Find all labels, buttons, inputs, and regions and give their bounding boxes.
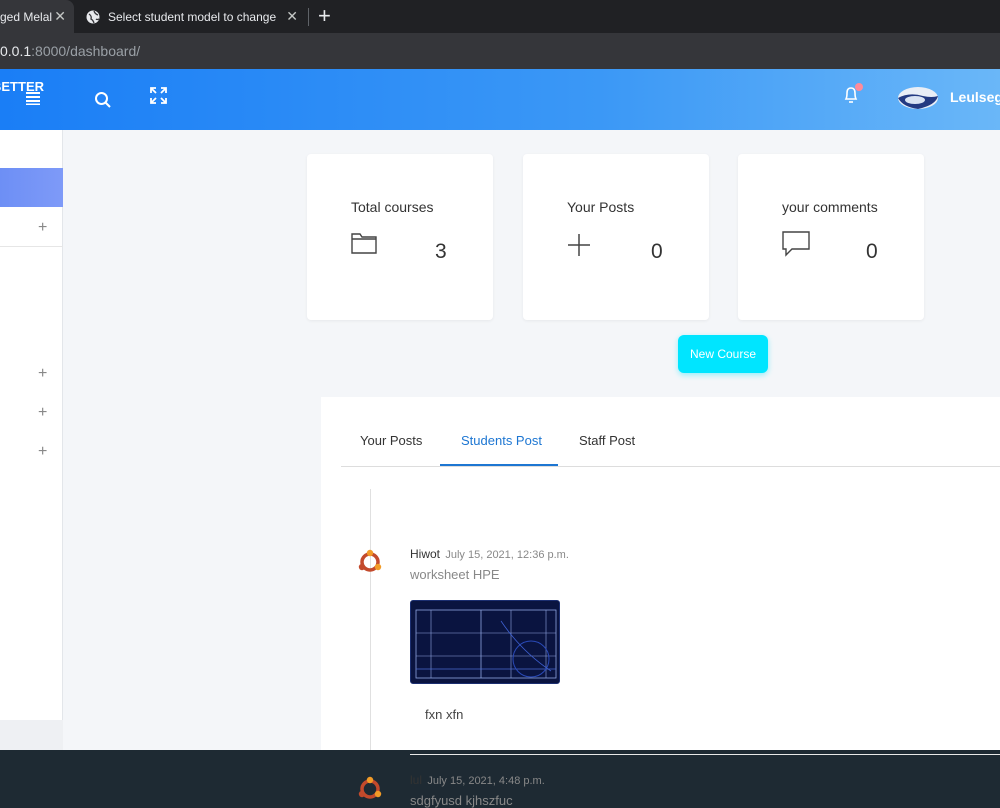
close-icon[interactable]: ✕ — [286, 8, 298, 25]
new-tab-button[interactable]: + — [318, 4, 331, 28]
post-divider — [410, 754, 1000, 755]
stat-value: 0 — [866, 240, 878, 263]
comment-icon — [782, 231, 810, 257]
browser-tab[interactable]: Select student model to change | ✕ — [76, 0, 306, 33]
tab-divider — [308, 8, 309, 26]
bell-icon[interactable] — [842, 83, 866, 105]
fullscreen-icon[interactable] — [150, 87, 167, 104]
posts-panel: Your Posts Students Post Staff Post Hiwo… — [321, 397, 1000, 808]
stat-title: Total courses — [351, 199, 434, 215]
dashboard-app: BETTER Leulseg + + + + Total cour — [0, 69, 1000, 808]
sidebar-divider — [0, 246, 63, 247]
tab-staff-post[interactable]: Staff Post — [579, 433, 635, 448]
post-title: worksheet HPE — [410, 567, 500, 582]
post-date: July 15, 2021, 4:48 p.m. — [427, 775, 545, 787]
browser-tab-label: ged Melal — [0, 9, 53, 24]
sidebar: + + + + — [0, 130, 63, 720]
top-header: BETTER Leulseg — [0, 69, 1000, 130]
avatar — [358, 776, 382, 799]
close-icon[interactable]: ✕ — [54, 8, 66, 25]
browser-tab-label: Select student model to change | — [108, 9, 280, 24]
sidebar-expand-button[interactable]: + — [38, 219, 47, 237]
stat-title: your comments — [782, 199, 878, 215]
sidebar-expand-button[interactable]: + — [38, 404, 47, 422]
post-title: sdgfyusd kjhszfuc — [410, 793, 513, 808]
timeline-line — [370, 489, 371, 750]
user-name[interactable]: Leulseg — [950, 89, 1000, 105]
browser-tab-active[interactable]: ged Melal ✕ — [0, 0, 74, 33]
search-icon[interactable] — [94, 91, 112, 109]
plus-icon — [568, 234, 590, 256]
post-body: fxn xfn — [425, 707, 464, 722]
address-bar[interactable]: 0.0.1:8000/dashboard/ — [0, 33, 1000, 69]
post-author: lul July 15, 2021, 4:48 p.m. — [410, 773, 545, 787]
new-course-button[interactable]: New Course — [678, 335, 768, 373]
stat-value: 3 — [435, 240, 447, 263]
sidebar-footer — [0, 720, 63, 750]
post-author: Hiwot July 15, 2021, 12:36 p.m. — [410, 547, 569, 561]
post-image[interactable] — [410, 600, 560, 684]
post-author-name[interactable]: lul — [410, 773, 422, 787]
globe-icon — [86, 10, 100, 23]
stat-card-comments: your comments 0 — [738, 154, 924, 320]
url-text[interactable]: 0.0.1:8000/dashboard/ — [0, 43, 140, 59]
tab-students-post[interactable]: Students Post — [461, 433, 542, 448]
stat-title: Your Posts — [567, 199, 635, 215]
url-path: :8000/dashboard/ — [31, 43, 141, 59]
menu-icon[interactable] — [26, 91, 40, 105]
stat-card-posts: Your Posts 0 — [523, 154, 709, 320]
avatar[interactable] — [897, 86, 939, 110]
tabs-divider — [341, 466, 1000, 467]
post-author-name[interactable]: Hiwot — [410, 547, 440, 561]
url-host: 0.0.1 — [0, 43, 32, 59]
tab-your-posts[interactable]: Your Posts — [360, 433, 422, 448]
folder-icon — [351, 233, 377, 254]
stat-card-courses: Total courses 3 — [307, 154, 493, 320]
sidebar-expand-button[interactable]: + — [38, 365, 47, 383]
sidebar-item-active[interactable] — [0, 168, 63, 207]
sidebar-expand-button[interactable]: + — [38, 443, 47, 461]
browser-tab-bar: ged Melal ✕ Select student model to chan… — [0, 0, 1000, 33]
court-diagram-image — [415, 609, 557, 679]
stat-value: 0 — [651, 240, 663, 263]
post-date: July 15, 2021, 12:36 p.m. — [445, 549, 569, 561]
avatar — [358, 549, 382, 572]
